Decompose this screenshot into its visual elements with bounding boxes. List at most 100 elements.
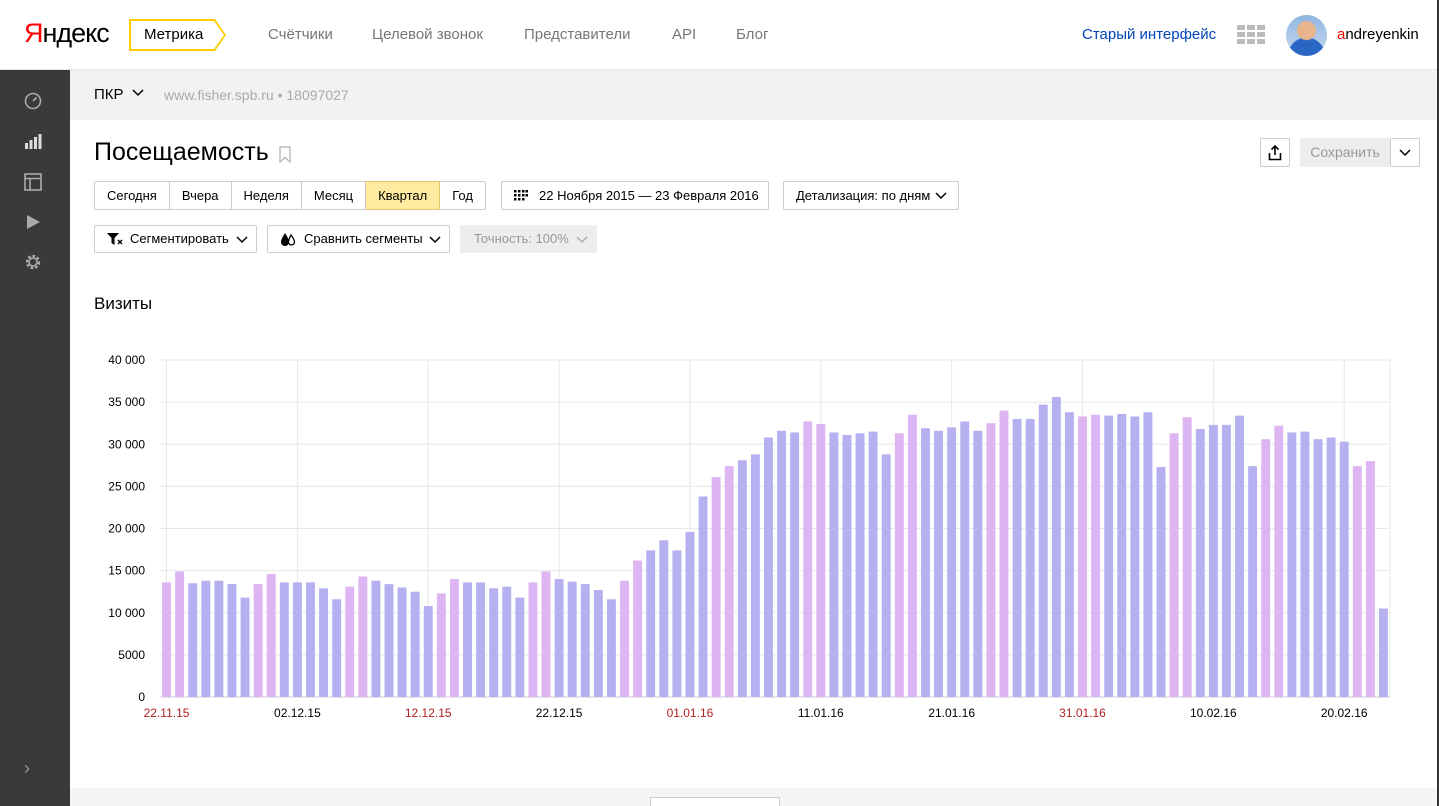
- chart-bar: [253, 584, 263, 697]
- detail-level-dropdown[interactable]: Детализация: по дням: [783, 181, 959, 210]
- x-tick-label: 12.12.15: [405, 706, 452, 720]
- chart-bar: [554, 579, 564, 697]
- chart-bar: [397, 587, 407, 697]
- product-tab-metrika[interactable]: Метрика: [129, 19, 227, 51]
- chart-bar: [1287, 432, 1297, 697]
- accuracy-dropdown[interactable]: Точность: 100%: [460, 225, 597, 253]
- chart-bar: [319, 588, 329, 697]
- reports-chart-icon[interactable]: [22, 130, 44, 152]
- chart-bar: [1300, 431, 1310, 697]
- chart-bar: [1274, 425, 1284, 697]
- chart-bar: [515, 597, 525, 697]
- chart-bar: [842, 434, 852, 697]
- nav-target-call[interactable]: Целевой звонок: [372, 26, 483, 43]
- bookmark-icon[interactable]: [279, 146, 291, 163]
- chart-bar: [633, 560, 643, 697]
- chart-bar: [1379, 608, 1388, 697]
- date-range-picker[interactable]: 22 Ноября 2015 — 23 Февраля 2016: [501, 181, 769, 210]
- save-button[interactable]: Сохранить: [1300, 138, 1390, 167]
- counter-selector[interactable]: ПКР: [94, 86, 124, 103]
- compare-segments-button[interactable]: Сравнить сегменты: [267, 225, 450, 253]
- x-tick-label: 22.12.15: [536, 706, 583, 720]
- page-title: Посещаемость: [94, 138, 269, 166]
- y-tick-label: 30 000: [108, 437, 145, 451]
- filter-icon: [107, 233, 123, 245]
- share-button[interactable]: [1260, 138, 1290, 167]
- chart-bar: [1339, 441, 1349, 697]
- chart-bar: [162, 582, 171, 697]
- chart-bar: [907, 414, 917, 697]
- chart-bar: [580, 584, 590, 697]
- period-yesterday-button[interactable]: Вчера: [169, 181, 232, 210]
- chart-bar: [790, 432, 800, 697]
- chart-bar: [1156, 466, 1166, 697]
- period-week-button[interactable]: Неделя: [231, 181, 302, 210]
- chart-bar: [476, 582, 486, 697]
- save-dropdown-button[interactable]: [1390, 138, 1420, 167]
- chart-bar: [724, 466, 734, 697]
- x-tick-label: 22.11.15: [144, 706, 190, 720]
- avatar[interactable]: [1286, 15, 1327, 56]
- y-tick-label: 10 000: [108, 606, 145, 620]
- chart-bar: [1012, 418, 1022, 697]
- chart-bar: [436, 593, 446, 697]
- apps-grid-icon[interactable]: [1237, 25, 1266, 45]
- chart-bar: [777, 430, 786, 697]
- compare-segments-label: Сравнить сегменты: [304, 231, 423, 246]
- chart-bar: [240, 597, 250, 697]
- chart-bar: [1182, 417, 1192, 697]
- layout-panel-icon[interactable]: [22, 171, 44, 193]
- chart-bar: [685, 531, 695, 697]
- username[interactable]: andreyenkin: [1337, 26, 1419, 43]
- bottom-tab[interactable]: [650, 797, 780, 806]
- chart-bar: [698, 496, 708, 697]
- chart-bar: [1221, 424, 1231, 697]
- settings-gear-icon[interactable]: [22, 251, 44, 273]
- nav-blog[interactable]: Блог: [736, 26, 768, 43]
- chart-bar: [1130, 416, 1140, 697]
- old-interface-link[interactable]: Старый интерфейс: [1082, 26, 1216, 43]
- period-month-button[interactable]: Месяц: [301, 181, 367, 210]
- x-tick-label: 31.01.16: [1059, 706, 1106, 720]
- chevron-down-icon: [576, 236, 588, 244]
- detail-level-label: Детализация: по дням: [796, 188, 931, 203]
- segment-button[interactable]: Сегментировать: [94, 225, 257, 253]
- nav-representatives[interactable]: Представители: [524, 26, 630, 43]
- chart-bar: [986, 423, 996, 697]
- chart-bar: [1143, 412, 1153, 697]
- y-tick-label: 40 000: [108, 353, 145, 367]
- nav-api[interactable]: API: [672, 26, 696, 43]
- chart-bar: [528, 582, 538, 697]
- chart-bar: [423, 606, 433, 697]
- chevron-down-icon: [236, 236, 248, 244]
- chevron-down-icon[interactable]: [132, 89, 144, 97]
- chevron-down-icon: [1399, 148, 1411, 156]
- chart-bar: [1326, 437, 1336, 697]
- chart-title: Визиты: [94, 294, 153, 313]
- top-header: Яндекс Метрика Счётчики Целевой звонок П…: [0, 0, 1439, 70]
- period-year-button[interactable]: Год: [440, 181, 486, 210]
- y-tick-label: 35 000: [108, 395, 145, 409]
- visits-bar-chart[interactable]: 0 5000 10 000 15 000 20 000 25 000 30 000 35 00…: [94, 345, 1404, 725]
- dashboard-gauge-icon[interactable]: [22, 90, 44, 112]
- share-icon: [1268, 144, 1282, 160]
- chart-bar: [711, 477, 721, 697]
- chart-bar: [1025, 418, 1035, 697]
- x-tick-label: 11.01.16: [798, 706, 844, 720]
- period-today-button[interactable]: Сегодня: [94, 181, 170, 210]
- chart-bar: [934, 430, 944, 697]
- chart-bar: [1169, 433, 1179, 697]
- webvisor-play-icon[interactable]: [22, 211, 44, 233]
- chart-bar: [659, 540, 669, 697]
- chart-bar: [306, 582, 315, 697]
- chart-bar: [1195, 429, 1205, 697]
- sidebar-expand-chevron-icon[interactable]: ›: [24, 758, 30, 779]
- chart-bar: [175, 571, 185, 697]
- period-selector: Сегодня Вчера Неделя Месяц Квартал Год: [94, 181, 486, 210]
- nav-counters[interactable]: Счётчики: [268, 26, 333, 43]
- chart-bar: [750, 454, 760, 697]
- yandex-logo[interactable]: Яндекс: [24, 18, 110, 49]
- product-label: Метрика: [129, 19, 215, 51]
- chart-bar: [829, 432, 839, 697]
- period-quarter-button[interactable]: Квартал: [366, 181, 441, 210]
